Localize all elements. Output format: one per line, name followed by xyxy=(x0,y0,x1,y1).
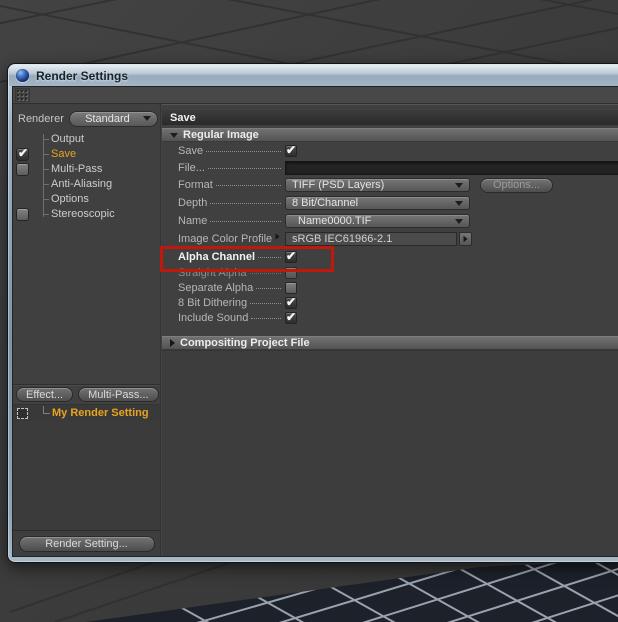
checkmark-icon: ✔ xyxy=(18,146,29,160)
tree-item-label: Save xyxy=(51,148,77,160)
save-enable-checkbox[interactable]: ✔ xyxy=(16,146,29,161)
section-regular-image[interactable]: Regular Image xyxy=(162,128,618,142)
checkmark-icon: ✔ xyxy=(286,248,297,263)
chevron-down-icon xyxy=(455,182,463,188)
render-setting-icon xyxy=(17,408,28,419)
row-separate-alpha: Separate Alpha xyxy=(162,280,618,295)
multipass-button[interactable]: Multi-Pass... xyxy=(78,387,159,402)
multipass-enable-checkbox[interactable] xyxy=(16,163,29,176)
depth-label: Depth xyxy=(178,197,208,209)
collapse-down-icon xyxy=(170,132,178,138)
row-alpha-channel: Alpha Channel ✔ xyxy=(160,246,618,272)
section-label: Regular Image xyxy=(183,129,259,141)
checkmark-icon: ✔ xyxy=(286,294,297,309)
file-path-input[interactable] xyxy=(285,160,618,175)
tree-elbow-line xyxy=(43,406,50,414)
toolbar-row xyxy=(13,87,618,104)
format-options-button[interactable]: Options... xyxy=(480,177,554,193)
effect-button[interactable]: Effect... xyxy=(16,387,74,402)
tree-item-label: Stereoscopic xyxy=(51,208,115,220)
bit-dithering-checkbox[interactable]: ✔ xyxy=(285,294,297,309)
save-checkbox[interactable]: ✔ xyxy=(285,142,297,157)
format-dropdown[interactable]: TIFF (PSD Layers) xyxy=(285,178,470,192)
cinema4d-app-icon xyxy=(16,69,29,82)
bit-dithering-label: 8 Bit Dithering xyxy=(178,296,248,309)
save-settings-panel: Save Regular Image Save ✔ File... Format… xyxy=(160,104,618,556)
separate-alpha-label: Separate Alpha xyxy=(178,281,254,294)
color-profile-label: Image Color Profile xyxy=(178,233,273,245)
include-sound-checkbox[interactable]: ✔ xyxy=(285,309,297,324)
expand-right-icon xyxy=(463,235,468,243)
name-dropdown[interactable]: Name0000.TIF xyxy=(285,214,470,228)
settings-tree: Output ✔ Save Multi-Pass Anti-Aliasing O… xyxy=(13,132,160,222)
alpha-channel-label: Alpha Channel xyxy=(178,250,256,263)
format-value: TIFF (PSD Layers) xyxy=(292,179,385,191)
renderer-dropdown[interactable]: Standard xyxy=(68,110,158,127)
preset-item-my-render-setting[interactable]: My Render Setting xyxy=(13,404,160,421)
row-save: Save ✔ xyxy=(162,142,618,159)
preset-name: My Render Setting xyxy=(52,407,149,419)
row-file: File... xyxy=(162,159,618,176)
chevron-down-icon xyxy=(455,200,463,206)
renderer-value: Standard xyxy=(85,112,130,125)
panel-title: Save xyxy=(162,110,618,125)
tree-item-antialiasing[interactable]: Anti-Aliasing xyxy=(13,177,160,192)
row-depth: Depth 8 Bit/Channel xyxy=(162,194,618,212)
window-title: Render Settings xyxy=(36,68,129,83)
tree-item-save[interactable]: ✔ Save xyxy=(13,146,160,162)
straight-alpha-label: Straight Alpha xyxy=(178,266,247,279)
depth-value: 8 Bit/Channel xyxy=(292,197,359,209)
chevron-down-icon xyxy=(143,116,151,121)
chevron-down-icon xyxy=(455,218,463,224)
tree-item-stereoscopic[interactable]: Stereoscopic xyxy=(13,207,160,222)
checkmark-icon: ✔ xyxy=(286,142,297,157)
renderer-label: Renderer xyxy=(18,112,64,125)
color-profile-field[interactable]: sRGB IEC61966-2.1 xyxy=(285,232,457,246)
depth-dropdown[interactable]: 8 Bit/Channel xyxy=(285,196,470,210)
name-value: Name0000.TIF xyxy=(298,215,372,227)
expand-right-icon[interactable] xyxy=(275,233,280,240)
tree-item-label: Options xyxy=(51,193,89,205)
section-compositing-project-file[interactable]: Compositing Project File xyxy=(162,336,618,350)
separate-alpha-checkbox[interactable] xyxy=(285,281,297,294)
name-label: Name xyxy=(178,215,208,227)
tree-item-options[interactable]: Options xyxy=(13,192,160,207)
expand-right-icon xyxy=(170,339,175,347)
row-format: Format TIFF (PSD Layers) Options... xyxy=(162,176,618,194)
tree-item-output[interactable]: Output xyxy=(13,132,160,147)
color-profile-browse-button[interactable] xyxy=(459,232,472,246)
alpha-channel-checkbox[interactable]: ✔ xyxy=(285,248,297,263)
row-straight-alpha: Straight Alpha xyxy=(162,265,618,280)
render-settings-window: Render Settings Renderer Standard Output… xyxy=(7,63,618,563)
row-include-sound: Include Sound ✔ xyxy=(162,310,618,325)
tree-item-multipass[interactable]: Multi-Pass xyxy=(13,162,160,177)
row-name: Name Name0000.TIF xyxy=(162,212,618,230)
checkmark-icon: ✔ xyxy=(286,309,297,324)
tree-item-label: Multi-Pass xyxy=(51,163,103,175)
row-8bit-dithering: 8 Bit Dithering ✔ xyxy=(162,295,618,310)
format-label: Format xyxy=(178,179,213,191)
section-label: Compositing Project File xyxy=(180,337,310,349)
straight-alpha-checkbox[interactable] xyxy=(285,266,297,279)
tree-item-label: Output xyxy=(51,133,85,145)
tree-item-label: Anti-Aliasing xyxy=(51,178,113,190)
window-content: Renderer Standard Output ✔ Save Multi-Pa… xyxy=(12,86,618,557)
render-setting-button[interactable]: Render Setting... xyxy=(18,535,155,552)
save-label: Save xyxy=(178,144,204,157)
settings-sidebar: Renderer Standard Output ✔ Save Multi-Pa… xyxy=(13,104,160,556)
file-label: File... xyxy=(178,161,205,174)
include-sound-label: Include Sound xyxy=(178,311,249,324)
stereoscopic-enable-checkbox[interactable] xyxy=(16,208,29,221)
drag-grip-icon[interactable] xyxy=(15,88,30,102)
window-titlebar[interactable]: Render Settings xyxy=(9,65,618,86)
row-image-color-profile: Image Color Profile sRGB IEC61966-2.1 xyxy=(162,230,618,248)
